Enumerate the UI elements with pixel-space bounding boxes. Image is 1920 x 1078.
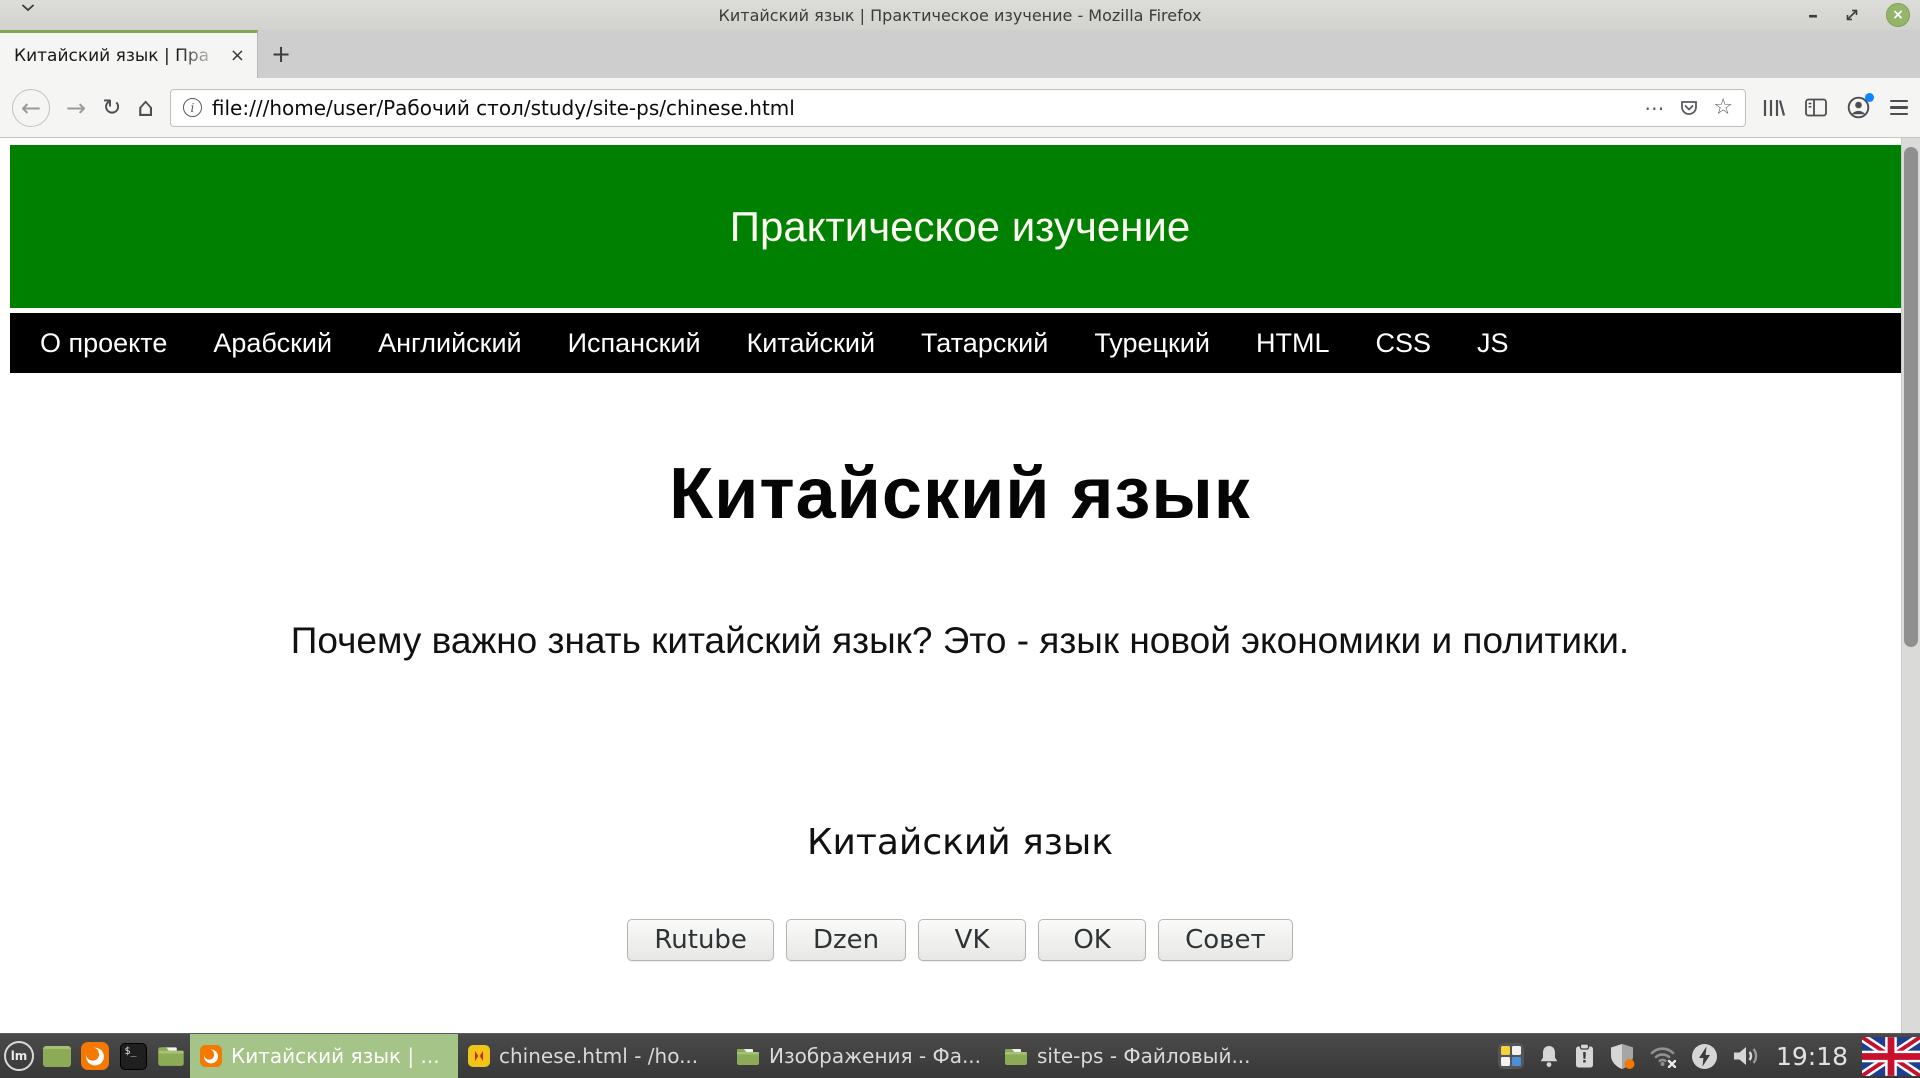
url-bar[interactable]: i file:///home/user/Рабочий стол/study/s… — [170, 89, 1746, 127]
minimize-button[interactable]: – — [1808, 10, 1818, 20]
nav-link-css[interactable]: CSS — [1375, 328, 1431, 359]
taskbar-window-images[interactable]: Изображения - Фа... — [726, 1034, 994, 1078]
url-actions: ⋯ ☆ — [1644, 95, 1733, 120]
update-shield-icon[interactable] — [1609, 1043, 1635, 1070]
nav-link-spanish[interactable]: Испанский — [568, 328, 701, 359]
pocket-icon[interactable] — [1679, 98, 1699, 118]
terminal-launcher[interactable]: $_ — [114, 1034, 152, 1078]
nav-link-about[interactable]: О проекте — [40, 328, 167, 359]
keyboard-layout-flag-icon[interactable] — [1862, 1037, 1920, 1076]
home-icon[interactable]: ⌂ — [137, 93, 154, 123]
folder-icon — [736, 1047, 760, 1066]
close-button[interactable]: × — [1886, 3, 1910, 27]
taskbar-window-editor[interactable]: chinese.html - /ho... — [458, 1034, 726, 1078]
taskbar-window-siteps[interactable]: site-ps - Файловый... — [994, 1034, 1262, 1078]
mint-logo-icon: lm — [4, 1041, 34, 1071]
show-desktop-button[interactable] — [38, 1034, 76, 1078]
system-tray: ! 19:18 — [1498, 1034, 1920, 1078]
desktop-screen: Китайский язык | Практическое изучение -… — [0, 0, 1920, 1078]
firefox-icon — [81, 1042, 109, 1070]
page-subtitle: Китайский язык — [0, 822, 1920, 863]
taskbar-window-label: Китайский язык | ... — [231, 1044, 440, 1068]
dzen-button[interactable]: Dzen — [786, 919, 906, 961]
menu-hamburger-icon[interactable] — [1890, 100, 1908, 116]
new-tab-button[interactable]: + — [258, 30, 304, 78]
app-grid-icon[interactable] — [1498, 1043, 1524, 1069]
volume-speaker-icon[interactable] — [1732, 1043, 1762, 1069]
taskbar-window-firefox[interactable]: Китайский язык | ... — [190, 1034, 458, 1078]
files-launcher[interactable] — [152, 1034, 190, 1078]
nav-link-tatar[interactable]: Татарский — [921, 328, 1048, 359]
social-buttons-row: Rutube Dzen VK OK Совет — [0, 919, 1920, 961]
url-input[interactable]: file:///home/user/Рабочий стол/study/sit… — [212, 96, 1634, 120]
taskbar: lm $_ Китайский язык | ... chinese.html … — [0, 1033, 1920, 1078]
notifications-bell-icon[interactable] — [1538, 1044, 1560, 1069]
folder-icon — [157, 1045, 185, 1067]
site-info-icon[interactable]: i — [183, 98, 202, 117]
scrollbar-thumb[interactable] — [1904, 147, 1918, 647]
page-actions-icon[interactable]: ⋯ — [1644, 96, 1665, 120]
nav-link-arabic[interactable]: Арабский — [213, 328, 332, 359]
window-titlebar: Китайский язык | Практическое изучение -… — [0, 0, 1920, 30]
reload-icon[interactable]: ↻ — [102, 95, 121, 121]
toolbar-right-icons — [1762, 96, 1908, 119]
account-icon[interactable] — [1847, 96, 1870, 119]
browser-toolbar: ← → ↻ ⌂ i file:///home/user/Рабочий стол… — [0, 78, 1920, 138]
taskbar-window-label: site-ps - Файловый... — [1037, 1044, 1251, 1068]
rutube-button[interactable]: Rutube — [627, 919, 774, 961]
site-header-title: Практическое изучение — [730, 203, 1190, 251]
text-editor-icon — [468, 1045, 490, 1067]
nav-link-turkish[interactable]: Турецкий — [1094, 328, 1210, 359]
nav-link-js[interactable]: JS — [1477, 328, 1509, 359]
sovet-button[interactable]: Совет — [1158, 919, 1293, 961]
nav-link-english[interactable]: Английский — [378, 328, 522, 359]
taskbar-window-label: Изображения - Фа... — [769, 1044, 981, 1068]
firefox-icon — [200, 1045, 222, 1067]
site-header: Практическое изучение — [10, 145, 1910, 308]
firefox-launcher[interactable] — [76, 1034, 114, 1078]
site-nav: О проекте Арабский Английский Испанский … — [10, 313, 1910, 373]
page-intro-text: Почему важно знать китайский язык? Это -… — [0, 620, 1920, 662]
page-title: Китайский язык — [0, 453, 1920, 535]
taskbar-window-label: chinese.html - /ho... — [499, 1044, 698, 1068]
tab-bar: Китайский язык | Пра × + — [0, 30, 1920, 78]
nav-link-html[interactable]: HTML — [1256, 328, 1330, 359]
page-viewport: Практическое изучение О проекте Арабский… — [0, 138, 1920, 1033]
vk-button[interactable]: VK — [918, 919, 1026, 961]
library-icon[interactable] — [1762, 98, 1785, 118]
tab-chinese-page[interactable]: Китайский язык | Пра × — [0, 30, 258, 78]
account-notification-dot — [1865, 93, 1874, 102]
forward-icon[interactable]: → — [66, 94, 86, 122]
folder-icon — [1004, 1047, 1028, 1066]
window-title: Китайский язык | Практическое изучение -… — [719, 6, 1202, 25]
desktop-icon — [43, 1046, 71, 1067]
window-menu-chevron-icon[interactable] — [22, 4, 34, 12]
svg-text:!: ! — [1581, 1051, 1587, 1067]
network-wifi-off-icon[interactable] — [1649, 1044, 1677, 1068]
mint-menu-button[interactable]: lm — [0, 1034, 38, 1078]
tab-close-icon[interactable]: × — [226, 45, 249, 66]
scrollbar-track[interactable] — [1901, 138, 1920, 1033]
reports-clipboard-icon[interactable]: ! — [1574, 1043, 1595, 1069]
terminal-icon: $_ — [120, 1043, 147, 1070]
back-icon[interactable]: ← — [12, 89, 50, 127]
clock[interactable]: 19:18 — [1776, 1042, 1848, 1071]
sidebar-toggle-icon[interactable] — [1805, 98, 1827, 117]
nav-link-chinese[interactable]: Китайский — [747, 328, 875, 359]
window-controls: – × — [1808, 0, 1910, 30]
maximize-button[interactable] — [1844, 7, 1860, 23]
tab-title: Китайский язык | Пра — [14, 46, 226, 66]
power-manager-icon[interactable] — [1691, 1043, 1718, 1070]
ok-button[interactable]: OK — [1038, 919, 1146, 961]
bookmark-star-icon[interactable]: ☆ — [1713, 95, 1733, 120]
